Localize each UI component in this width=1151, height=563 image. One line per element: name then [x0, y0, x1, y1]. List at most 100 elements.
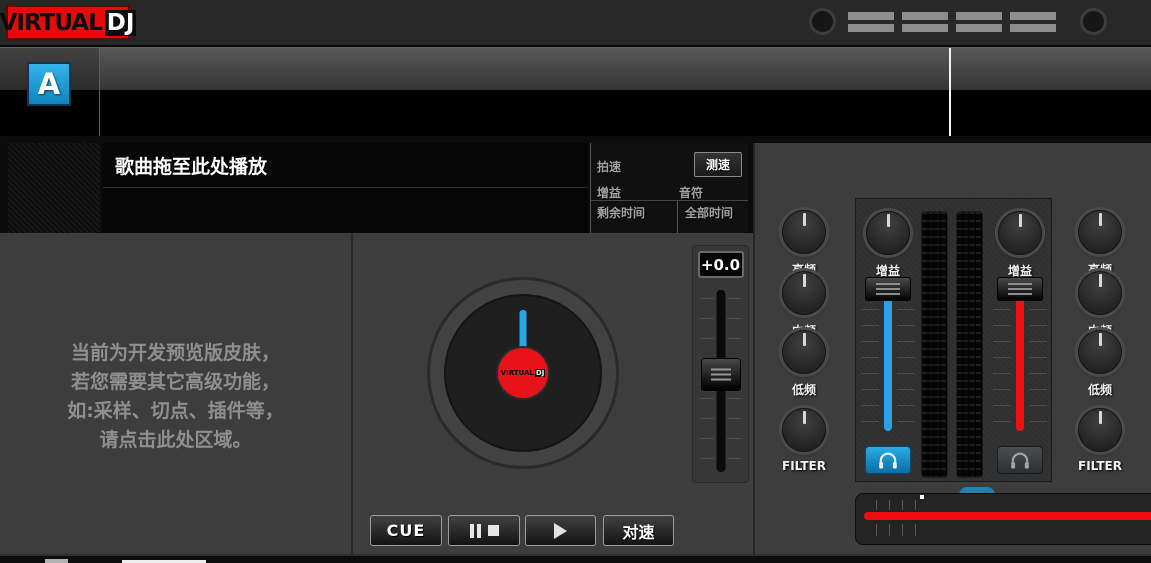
volume-ticks-a-left	[861, 309, 879, 431]
circle-button-left-icon[interactable]	[809, 8, 836, 35]
eq-low-label-b: 低频	[1070, 381, 1130, 398]
total-time-label: 全部时间	[685, 204, 733, 221]
filter-unit-b: FILTER	[1070, 408, 1130, 473]
crossfader-tick	[889, 500, 890, 510]
volume-fader-a-track	[884, 299, 892, 431]
headphone-icon	[876, 451, 900, 469]
eq-high-unit-b: 高频	[1070, 210, 1130, 278]
app-logo: VIRTUAL DJ	[6, 5, 130, 40]
bar-icon	[1010, 24, 1056, 32]
gain-knob-a[interactable]	[866, 211, 910, 255]
skin-notice-panel[interactable]: 当前为开发预览版皮肤， 若您需要其它高级功能， 如:采样、切点、插件等， 请点击…	[0, 233, 353, 554]
jog-brand-virtual: VIRTUAL	[501, 369, 534, 377]
track-title-panel[interactable]: 歌曲拖至此处播放	[103, 143, 588, 233]
eq-low-unit-b: 低频	[1070, 330, 1130, 398]
remain-time-label: 剩余时间	[597, 204, 645, 221]
notice-line-3: 如:采样、切点、插件等，	[0, 397, 351, 426]
eq-low-unit-a: 低频	[774, 330, 834, 398]
bar-icon	[902, 12, 948, 20]
crossfader-panel[interactable]	[855, 493, 1151, 545]
deck-a-button[interactable]: A	[27, 62, 71, 106]
volume-fader-a-handle[interactable]	[865, 277, 911, 301]
eq-mid-knob-b[interactable]	[1078, 271, 1122, 315]
track-stats-panel: 拍速 测速 增益 音符 剩余时间 全部时间	[590, 143, 748, 233]
title-divider	[103, 187, 588, 188]
top-bar: VIRTUAL DJ	[0, 0, 1151, 47]
mixer-panel: 增益 增益	[855, 198, 1052, 482]
eq-mid-unit-a: 中频	[774, 271, 834, 339]
menu-bars-button-4[interactable]	[1010, 12, 1056, 32]
pause-bar	[470, 524, 474, 538]
menu-bars-button-2[interactable]	[902, 12, 948, 32]
bpm-label: 拍速	[597, 158, 621, 175]
bar-icon	[956, 12, 1002, 20]
bar-icon	[902, 24, 948, 32]
headphone-cue-b-button[interactable]	[997, 446, 1043, 474]
logo-virtual-text: VIRTUAL	[0, 10, 102, 36]
top-controls	[809, 8, 1107, 35]
info-row-divider	[591, 200, 748, 201]
play-icon	[554, 523, 567, 539]
pitch-value-display: +0.0	[698, 251, 744, 278]
headphone-icon	[1008, 451, 1032, 469]
album-art-placeholder[interactable]	[8, 143, 100, 233]
folder-icon-partial	[45, 559, 68, 563]
waveform-strip[interactable]: A	[0, 47, 1151, 136]
bar-icon	[956, 24, 1002, 32]
volume-ticks-b-left	[993, 309, 1011, 431]
eq-mid-knob-a[interactable]	[782, 271, 826, 315]
crossfader-track[interactable]	[864, 512, 1151, 520]
cue-button[interactable]: CUE	[370, 515, 442, 546]
logo-dj-text: DJ	[105, 10, 137, 36]
vu-meter-a	[921, 211, 948, 478]
eq-low-knob-b[interactable]	[1078, 330, 1122, 374]
notice-line-4: 请点击此处区域。	[0, 426, 351, 455]
deck-tab-zone: A	[0, 48, 100, 137]
crossfader-tick	[876, 524, 877, 536]
filter-label-a: FILTER	[774, 459, 834, 473]
pitch-fader-handle[interactable]	[701, 358, 741, 391]
volume-fader-b-handle[interactable]	[997, 277, 1043, 301]
filter-knob-b[interactable]	[1078, 408, 1122, 452]
headphone-cue-a-button[interactable]	[865, 446, 911, 474]
pause-button[interactable]	[448, 515, 520, 546]
mixer-section: 高频 中频 低频 FILTER 高频 中频	[753, 143, 1151, 554]
jog-center-brand: VIRTUAL DJ	[496, 346, 550, 400]
eq-low-label-a: 低频	[774, 381, 834, 398]
gain-unit-b: 增益	[990, 211, 1050, 279]
volume-ticks-b-right	[1029, 309, 1047, 431]
filter-knob-a[interactable]	[782, 408, 826, 452]
pause-stop-icon	[470, 524, 499, 538]
volume-fader-b-track	[1016, 299, 1024, 431]
sync-button[interactable]: 对速	[603, 515, 674, 546]
menu-bars-button-3[interactable]	[956, 12, 1002, 32]
play-button[interactable]	[525, 515, 596, 546]
eq-mid-unit-b: 中频	[1070, 271, 1130, 339]
key-label: 音符	[679, 184, 703, 201]
eq-high-unit-a: 高频	[774, 210, 834, 278]
crossfader-tick	[902, 524, 903, 536]
gain-unit-a: 增益	[858, 211, 918, 279]
pause-bar	[477, 524, 481, 538]
crossfader-tick	[902, 500, 903, 510]
measure-bpm-button[interactable]: 测速	[694, 152, 742, 177]
eq-high-knob-a[interactable]	[782, 210, 826, 254]
circle-button-right-icon[interactable]	[1080, 8, 1107, 35]
eq-high-knob-b[interactable]	[1078, 210, 1122, 254]
main-area: 歌曲拖至此处播放 拍速 测速 增益 音符 剩余时间 全部时间 当前为开发预览版皮…	[0, 136, 1151, 554]
menu-bars-button-1[interactable]	[848, 12, 894, 32]
jog-brand-dj: DJ	[535, 369, 545, 377]
track-info-bar: 歌曲拖至此处播放 拍速 测速 增益 音符 剩余时间 全部时间	[0, 143, 753, 233]
notice-line-2: 若您需要其它高级功能，	[0, 368, 351, 397]
browser-bar-partial	[0, 554, 1151, 563]
jog-wheel[interactable]: VIRTUAL DJ	[427, 277, 619, 469]
stop-square	[488, 525, 499, 536]
crossfader-tick	[915, 524, 916, 536]
eq-low-knob-a[interactable]	[782, 330, 826, 374]
crossfader-tick	[889, 524, 890, 536]
crossfader-tick	[876, 500, 877, 510]
gain-knob-b[interactable]	[998, 211, 1042, 255]
waveform-playhead	[949, 48, 951, 137]
info-col-divider	[677, 201, 678, 233]
crossfader-top-mark	[920, 495, 924, 499]
